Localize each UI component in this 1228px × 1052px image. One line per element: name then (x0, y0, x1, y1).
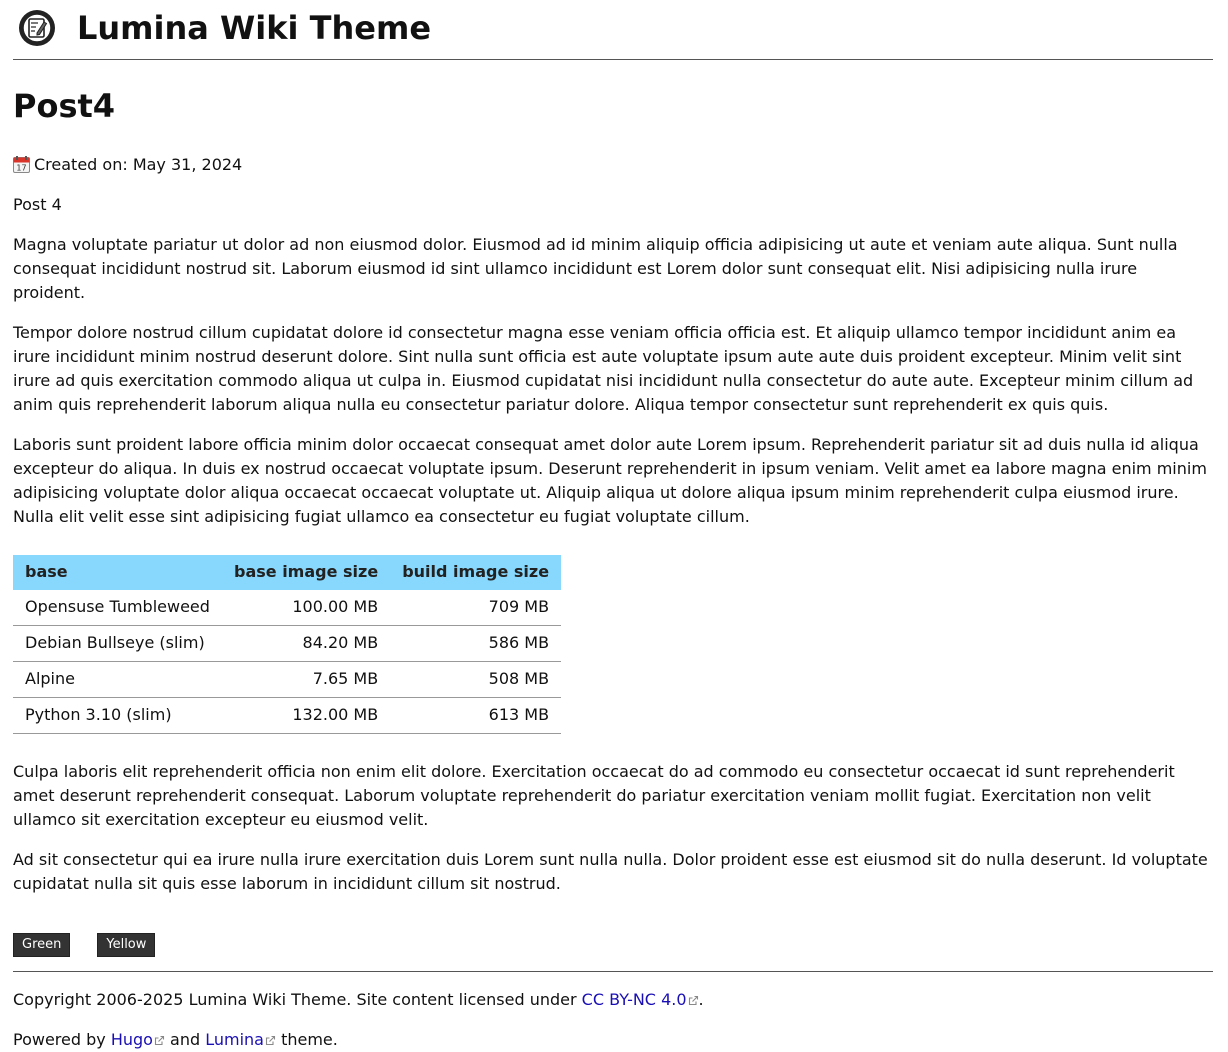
table-cell: 100.00 MB (222, 590, 391, 626)
column-header-base: base (13, 555, 222, 590)
site-footer: Copyright 2006-2025 Lumina Wiki Theme. S… (13, 988, 1213, 1052)
calendar-icon: 17 (13, 155, 30, 173)
tag-list: Green Yellow (13, 933, 1213, 957)
and-text: and (164, 1030, 206, 1049)
table-cell: 132.00 MB (222, 697, 391, 734)
table-header-row: base base image size build image size (13, 555, 562, 590)
table-row: Alpine 7.65 MB 508 MB (13, 661, 562, 698)
table-cell: Debian Bullseye (slim) (13, 625, 222, 662)
table-cell: 7.65 MB (222, 661, 391, 698)
notebook-pen-logo-icon[interactable] (18, 9, 56, 47)
paragraph: Tempor dolore nostrud cillum cupidatat d… (13, 323, 1194, 414)
table-cell: 84.20 MB (222, 625, 391, 662)
external-link-icon (688, 995, 698, 1006)
paragraph: Culpa laboris elit reprehenderit officia… (13, 762, 1175, 829)
tag-green[interactable]: Green (13, 933, 71, 957)
table-row: Opensuse Tumbleweed 100.00 MB 709 MB (13, 590, 562, 626)
site-title[interactable]: Lumina Wiki Theme (77, 8, 431, 48)
table-cell: Alpine (13, 661, 222, 698)
paragraph: Laboris sunt proident labore officia min… (13, 435, 1207, 526)
created-date: 17 Created on: May 31, 2024 (13, 153, 1213, 177)
table-cell: 586 MB (390, 625, 562, 662)
license-link[interactable]: CC BY-NC 4.0 (582, 990, 687, 1009)
copyright-text: Copyright 2006-2025 Lumina Wiki Theme. S… (13, 990, 582, 1009)
table-cell: 709 MB (390, 590, 562, 626)
column-header-base-image-size: base image size (222, 555, 391, 590)
tag-yellow[interactable]: Yellow (97, 933, 156, 957)
table-cell: Python 3.10 (slim) (13, 697, 222, 734)
lumina-link[interactable]: Lumina (205, 1030, 264, 1049)
page-title: Post4 (13, 87, 116, 125)
powered-by-text: Powered by (13, 1030, 111, 1049)
copyright-line: Copyright 2006-2025 Lumina Wiki Theme. S… (13, 988, 1213, 1012)
hugo-link[interactable]: Hugo (111, 1030, 153, 1049)
table-cell: 508 MB (390, 661, 562, 698)
image-size-table: base base image size build image size Op… (13, 555, 562, 734)
svg-text:17: 17 (16, 163, 26, 172)
external-link-icon (265, 1035, 276, 1046)
copyright-suffix: . (698, 990, 704, 1009)
paragraph: Ad sit consectetur qui ea irure nulla ir… (13, 850, 1208, 893)
post-content: Post4 17 Created on: May 31, 2024 Post 4… (13, 88, 1213, 957)
column-header-build-image-size: build image size (390, 555, 562, 590)
page: Lumina Wiki Theme Post4 17 Created on: M… (13, 0, 1213, 1052)
post-lead: Post 4 (13, 195, 62, 214)
footer-divider (13, 971, 1213, 972)
table-row: Python 3.10 (slim) 132.00 MB 613 MB (13, 697, 562, 734)
paragraph: Magna voluptate pariatur ut dolor ad non… (13, 235, 1178, 302)
table-row: Debian Bullseye (slim) 84.20 MB 586 MB (13, 625, 562, 662)
site-header: Lumina Wiki Theme (13, 0, 1213, 60)
table-cell: 613 MB (390, 697, 562, 734)
external-link-icon (154, 1035, 165, 1046)
table-cell: Opensuse Tumbleweed (13, 590, 222, 626)
powered-by-line: Powered by Hugo and Lumina theme. (13, 1028, 1213, 1052)
created-label: Created on: May 31, 2024 (34, 155, 243, 174)
theme-suffix: theme. (275, 1030, 338, 1049)
